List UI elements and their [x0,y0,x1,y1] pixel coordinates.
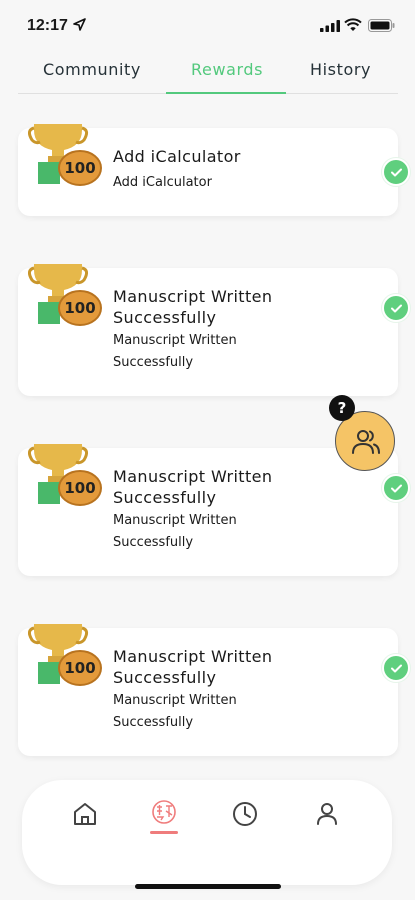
wifi-icon [344,18,362,31]
reward-subtitle: Manuscript Written Successfully [113,333,237,370]
tab-history[interactable]: History [310,60,371,79]
reward-title: Manuscript Written Successfully [113,647,273,687]
status-time: 12:17 [27,17,68,34]
home-indicator [135,884,281,889]
coin-points: 100 [64,659,95,677]
cellular-signal-icon [320,20,340,32]
completed-check-icon [382,654,410,682]
bottom-nav [22,780,392,885]
reward-card: 100 Manuscript Written Successfully Manu… [18,264,410,396]
reward-title: Manuscript Written Successfully [113,287,273,327]
location-arrow-icon [73,18,86,31]
reward-card: 100 Add iCalculator Add iCalculator [18,124,410,216]
battery-icon [368,19,395,32]
tab-bar: Community Rewards History [18,50,398,94]
reward-subtitle: Manuscript Written Successfully [113,513,237,550]
tab-rewards[interactable]: Rewards [191,60,263,79]
profile-icon [317,803,337,825]
tab-community[interactable]: Community [43,60,141,79]
reward-card: 100 Manuscript Written Successfully Manu… [18,624,410,756]
reward-title: Manuscript Written Successfully [113,467,273,507]
trophy-coin-icon: 100 [28,624,102,686]
home-icon [74,803,96,825]
nav-history-button[interactable] [229,798,265,838]
completed-check-icon [382,294,410,322]
completed-check-icon [382,474,410,502]
nav-profile-button[interactable] [311,798,347,838]
active-tab-underline [166,92,286,94]
status-bar: 12:17 [0,0,415,50]
reward-subtitle: Add iCalculator [113,175,212,190]
clock-icon [233,802,257,826]
reward-subtitle: Manuscript Written Successfully [113,693,237,730]
coin-points: 100 [64,479,95,497]
trophy-coin-icon: 100 [28,124,102,186]
coin-points: 100 [64,159,95,177]
completed-check-icon [382,158,410,186]
trophy-coin-icon: 100 [28,444,102,506]
users-icon [352,430,380,454]
reward-card: 100 Manuscript Written Successfully Manu… [18,444,410,576]
reward-title: Add iCalculator [113,147,241,166]
trophy-coin-icon: 100 [28,264,102,326]
nav-home-button[interactable] [69,798,105,838]
help-badge[interactable]: ? [329,395,355,421]
nav-rewards-button[interactable] [148,798,184,838]
active-nav-indicator [150,831,178,834]
coin-points: 100 [64,299,95,317]
rewards-icon [152,800,176,824]
